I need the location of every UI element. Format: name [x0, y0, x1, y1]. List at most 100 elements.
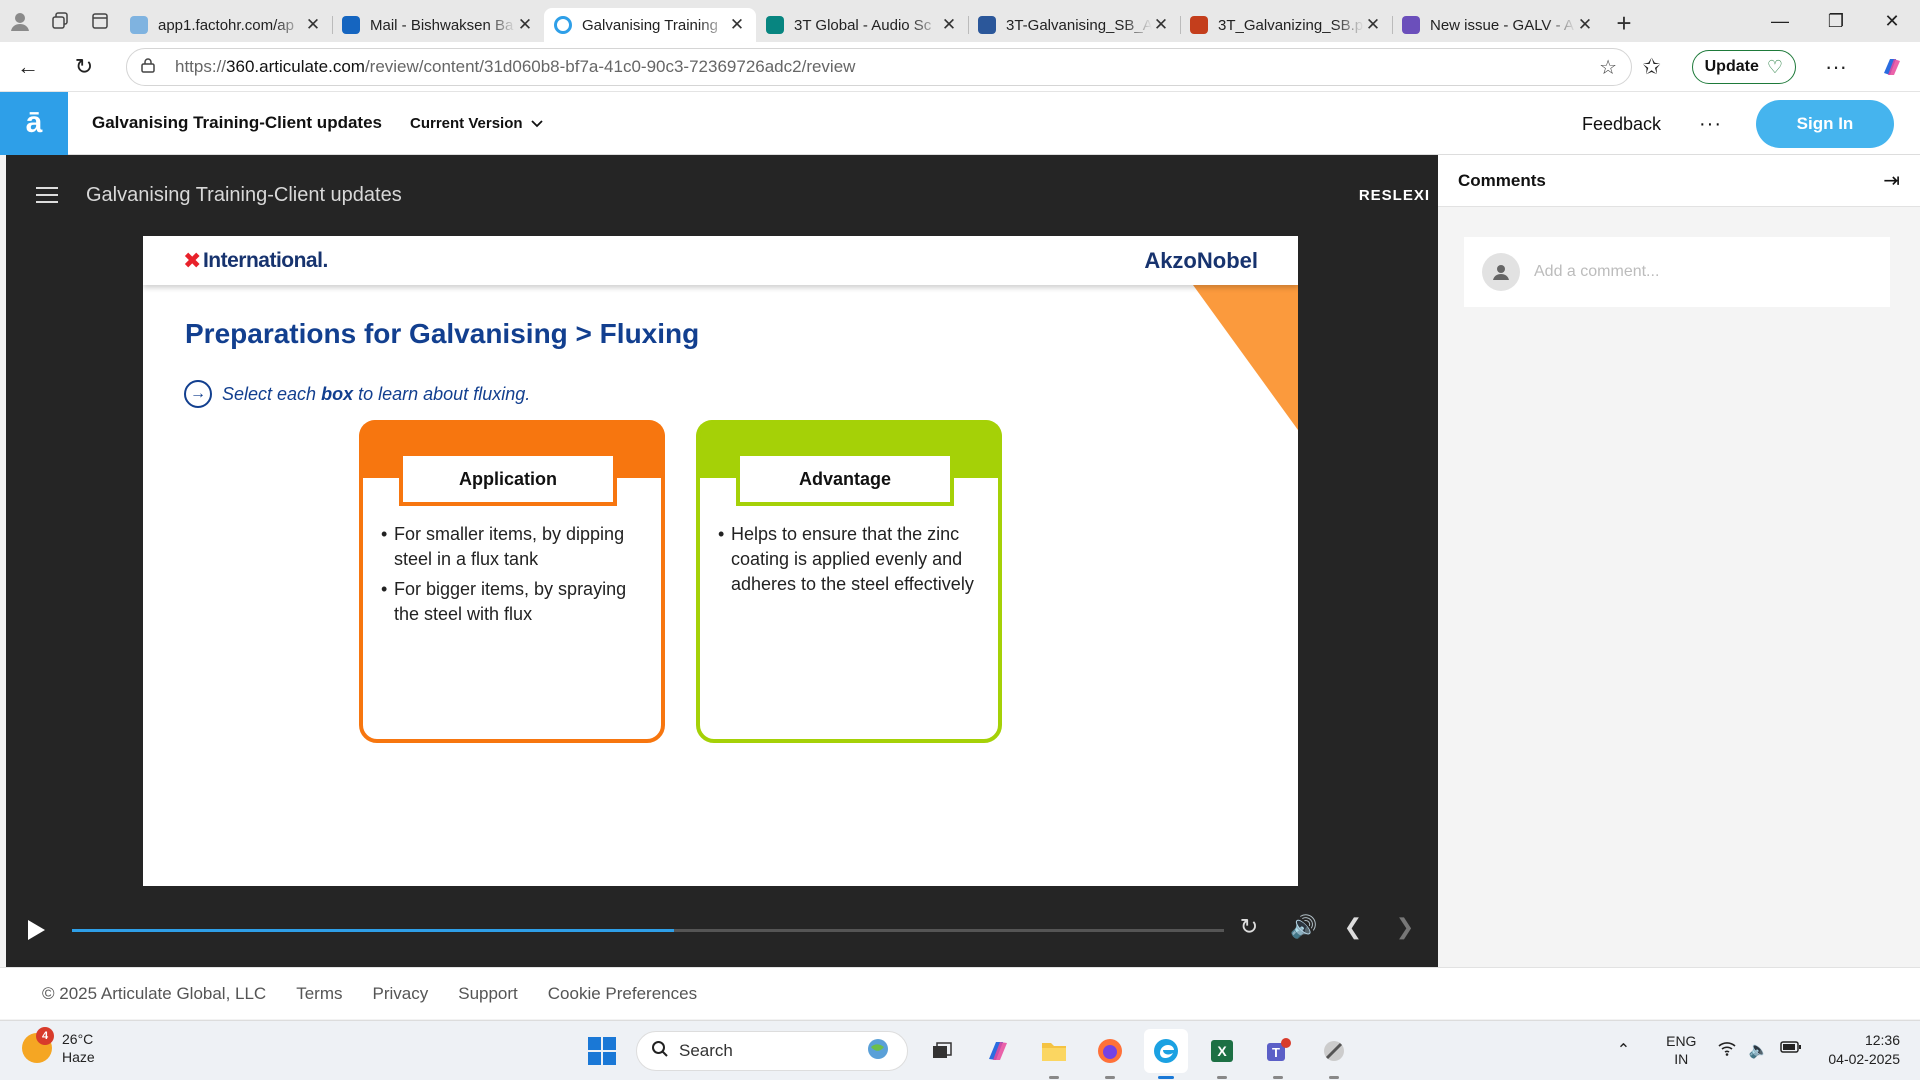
play-icon[interactable]	[28, 920, 45, 940]
next-slide-icon[interactable]: ❯	[1394, 914, 1416, 940]
teams-icon[interactable]: T	[1256, 1029, 1300, 1079]
tab-actions-icon[interactable]	[80, 0, 120, 42]
taskbar-search[interactable]: Search	[636, 1031, 908, 1071]
close-tab-icon[interactable]: ✕	[1152, 15, 1170, 35]
tab-label: Galvanising Training	[582, 16, 718, 34]
comment-input[interactable]: Add a comment...	[1464, 237, 1890, 307]
collapse-panel-icon[interactable]: ⇥	[1883, 168, 1900, 193]
date: 04-02-2025	[1828, 1051, 1900, 1067]
url-field[interactable]: https://360.articulate.com/review/conten…	[126, 48, 1632, 86]
edge-icon[interactable]	[1144, 1029, 1188, 1079]
previous-slide-icon[interactable]: ❮	[1342, 914, 1364, 940]
close-tab-icon[interactable]: ✕	[516, 15, 534, 35]
articulate-logo[interactable]: ā	[0, 91, 68, 155]
close-tab-icon[interactable]: ✕	[1576, 15, 1594, 35]
footer-link-cookie-preferences[interactable]: Cookie Preferences	[548, 984, 697, 1004]
comments-panel: Comments ⇥ Add a comment...	[1438, 155, 1920, 967]
footer-link-terms[interactable]: Terms	[296, 984, 342, 1004]
wifi-icon[interactable]	[1718, 1040, 1736, 1061]
notification-badge: 4	[36, 1027, 54, 1045]
brand-logo: RESLEXI	[1358, 187, 1430, 204]
tab-favicon-icon	[766, 16, 784, 34]
international-x-icon: ✖	[183, 247, 201, 273]
progress-fill	[72, 929, 675, 932]
update-button[interactable]: Update ♡	[1691, 50, 1796, 84]
browser-tab-1[interactable]: app1.factohr.com/ap ✕	[120, 8, 332, 42]
language-indicator[interactable]: ENG IN	[1666, 1032, 1696, 1068]
weather-condition: Haze	[62, 1049, 95, 1065]
url-path: /review/content/31d060b8-bf7a-41c0-90c3-…	[364, 57, 856, 76]
app-extra-icon[interactable]	[1312, 1029, 1356, 1079]
comments-title: Comments	[1458, 170, 1546, 190]
browser-tab-7[interactable]: New issue - GALV - A ✕	[1392, 8, 1604, 42]
settings-more-icon[interactable]: ···	[1808, 47, 1864, 87]
application-card[interactable]: Application For smaller items, by dippin…	[359, 420, 665, 743]
browser-tab-5[interactable]: 3T-Galvanising_SB_A ✕	[968, 8, 1180, 42]
list-item: For bigger items, by spraying the steel …	[381, 577, 641, 627]
close-tab-icon[interactable]: ✕	[940, 15, 958, 35]
menu-icon[interactable]	[36, 187, 58, 203]
close-tab-icon[interactable]: ✕	[304, 15, 322, 35]
show-hidden-icons-icon[interactable]: ⌃	[1617, 1040, 1630, 1060]
list-item: Helps to ensure that the zinc coating is…	[718, 522, 978, 597]
tab-label: Mail - Bishwaksen Ba	[370, 16, 514, 34]
favorite-star-icon[interactable]: ☆	[1599, 55, 1617, 80]
svg-text:T: T	[1272, 1045, 1280, 1060]
favorites-icon[interactable]: ✩	[1624, 47, 1680, 87]
comment-placeholder: Add a comment...	[1534, 263, 1660, 280]
close-tab-icon[interactable]: ✕	[1364, 15, 1382, 35]
battery-icon[interactable]	[1780, 1040, 1802, 1061]
arrow-right-circle-icon: →	[184, 380, 212, 408]
start-button[interactable]	[580, 1029, 624, 1073]
volume-tray-icon[interactable]: 🔈	[1748, 1040, 1768, 1061]
replay-icon[interactable]: ↻	[1238, 914, 1260, 940]
browser-tab-3[interactable]: Galvanising Training ✕	[544, 8, 756, 42]
clock[interactable]: 12:36 04-02-2025	[1828, 1031, 1900, 1069]
window-controls: — ❐ ✕	[1752, 0, 1920, 42]
advantage-bullets: Helps to ensure that the zinc coating is…	[718, 522, 978, 602]
minimize-icon[interactable]: —	[1752, 0, 1808, 42]
browser-tab-4[interactable]: 3T Global - Audio Sc ✕	[756, 8, 968, 42]
slide: ✖ International. AkzoNobel Preparations …	[143, 236, 1298, 886]
site-info-icon[interactable]	[141, 57, 161, 78]
workspaces-icon[interactable]	[40, 0, 80, 42]
list-item: For smaller items, by dipping steel in a…	[381, 522, 641, 572]
footer-link-support[interactable]: Support	[458, 984, 518, 1004]
sign-in-button[interactable]: Sign In	[1756, 100, 1894, 148]
feedback-link[interactable]: Feedback	[1582, 114, 1661, 135]
progress-bar[interactable]	[72, 929, 1224, 932]
copilot-icon[interactable]	[1864, 47, 1920, 87]
task-view-icon[interactable]	[920, 1029, 964, 1073]
browser-tab-2[interactable]: Mail - Bishwaksen Ba ✕	[332, 8, 544, 42]
firefox-icon[interactable]	[1088, 1029, 1132, 1079]
tab-favicon-icon	[1190, 16, 1208, 34]
svg-text:X: X	[1217, 1043, 1227, 1059]
url-host: 360.articulate.com	[226, 57, 365, 76]
close-tab-icon[interactable]: ✕	[728, 15, 746, 35]
slide-header: ✖ International. AkzoNobel	[143, 236, 1298, 285]
search-highlight-icon	[863, 1037, 893, 1066]
browser-tab-6[interactable]: 3T_Galvanizing_SB.p ✕	[1180, 8, 1392, 42]
excel-icon[interactable]: X	[1200, 1029, 1244, 1079]
profile-icon[interactable]	[0, 0, 40, 42]
weather-widget[interactable]: 4 26°C Haze	[22, 1027, 95, 1066]
refresh-icon[interactable]: ↻	[56, 47, 112, 87]
more-options-icon[interactable]: ···	[1699, 113, 1722, 136]
footer-link-privacy[interactable]: Privacy	[373, 984, 429, 1004]
tab-favicon-icon	[130, 16, 148, 34]
back-icon[interactable]: ←	[0, 47, 56, 87]
volume-icon[interactable]: 🔊	[1290, 914, 1317, 940]
search-icon	[651, 1040, 669, 1063]
advantage-card[interactable]: Advantage Helps to ensure that the zinc …	[696, 420, 1002, 743]
tab-favicon-icon	[1402, 16, 1420, 34]
decorative-corner	[1193, 285, 1298, 430]
restore-icon[interactable]: ❐	[1808, 0, 1864, 42]
heart-icon: ♡	[1766, 56, 1783, 77]
file-explorer-icon[interactable]	[1032, 1029, 1076, 1079]
version-dropdown[interactable]: Current Version	[410, 115, 543, 132]
course-player: Galvanising Training-Client updates RESL…	[6, 155, 1438, 967]
copilot-app-icon[interactable]	[976, 1029, 1020, 1073]
new-tab-button[interactable]: +	[1604, 6, 1644, 40]
tab-favicon-icon	[978, 16, 996, 34]
close-window-icon[interactable]: ✕	[1864, 0, 1920, 42]
